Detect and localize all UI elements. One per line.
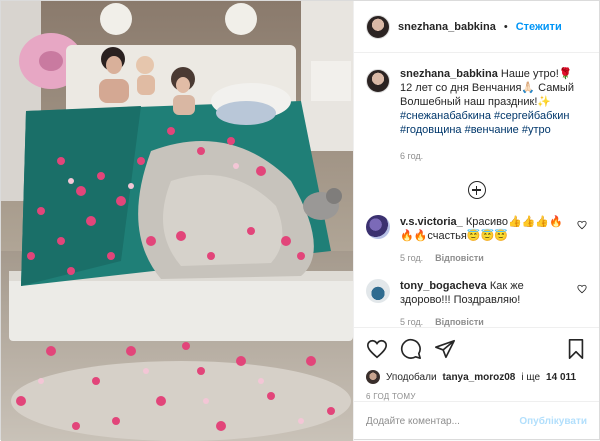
follow-button[interactable]: Стежити (516, 21, 562, 33)
likes-prefix: Уподобали (386, 371, 437, 383)
comment-item: tony_bogacheva Как же здорово!!! Поздрав… (366, 279, 587, 327)
comment-username[interactable]: v.s.victoria_ (400, 216, 463, 228)
comment-item: v.s.victoria_ Красиво👍👍👍🔥🔥🔥счастья😇😇😇 5 … (366, 215, 587, 265)
publish-button[interactable]: Опублікувати (519, 416, 587, 427)
comment-meta: 5 год. Відповісти (400, 251, 570, 265)
load-more-icon[interactable] (467, 181, 486, 199)
comment-bubble-icon[interactable] (400, 338, 422, 360)
comment-avatar[interactable] (366, 279, 390, 303)
reply-button[interactable]: Відповісти (435, 315, 484, 327)
comment-time[interactable]: 5 год. (400, 315, 423, 327)
comments-area: snezhana_babkina Наше утро!🌹 12 лет со д… (354, 53, 599, 327)
header-separator: • (503, 20, 508, 33)
post-header: snezhana_babkina • Стежити (354, 1, 599, 53)
likes-count[interactable]: 14 011 (546, 372, 576, 383)
instagram-post: snezhana_babkina • Стежити snezhana_babk… (0, 0, 600, 441)
add-comment-bar: Опублікувати (354, 401, 599, 441)
save-bookmark-icon[interactable] (565, 338, 587, 360)
post-caption: snezhana_babkina Наше утро!🌹 12 лет со д… (366, 67, 587, 163)
caption-body: snezhana_babkina Наше утро!🌹 12 лет со д… (400, 67, 587, 163)
comment-avatar[interactable] (366, 215, 390, 239)
comment-like-heart-icon[interactable] (577, 220, 587, 230)
comment-like-heart-icon[interactable] (577, 284, 587, 294)
likes-middle: і ще (521, 371, 541, 383)
comment-meta: 5 год. Відповісти (400, 315, 570, 327)
caption-avatar[interactable] (366, 69, 390, 93)
caption-username[interactable]: snezhana_babkina (400, 68, 498, 80)
comment-body: v.s.victoria_ Красиво👍👍👍🔥🔥🔥счастья😇😇😇 5 … (400, 215, 570, 265)
likes-summary: Уподобали tanya_moroz08 і ще 14 011 (366, 370, 587, 384)
author-username[interactable]: snezhana_babkina (398, 21, 496, 33)
post-actions: Уподобали tanya_moroz08 і ще 14 011 6 го… (354, 327, 599, 401)
like-heart-icon[interactable] (366, 338, 388, 360)
comment-username[interactable]: tony_bogacheva (400, 280, 487, 292)
photo-illustration (1, 1, 353, 441)
caption-time[interactable]: 6 год. (400, 149, 587, 163)
action-icons (366, 336, 587, 362)
caption-hashtags[interactable]: #снежанабабкина #сергейбабкин #годовщина… (400, 109, 587, 137)
liker-avatar[interactable] (366, 370, 380, 384)
post-side-panel: snezhana_babkina • Стежити snezhana_babk… (353, 1, 599, 441)
post-photo[interactable] (1, 1, 353, 441)
reply-button[interactable]: Відповісти (435, 251, 484, 265)
post-date[interactable]: 6 год тому (366, 392, 587, 401)
comment-time[interactable]: 5 год. (400, 251, 423, 265)
liker-username[interactable]: tanya_moroz08 (443, 372, 516, 383)
comment-input[interactable] (366, 416, 520, 427)
comment-body: tony_bogacheva Как же здорово!!! Поздрав… (400, 279, 570, 327)
load-more-comments (366, 181, 587, 199)
share-paper-plane-icon[interactable] (434, 338, 456, 360)
author-avatar[interactable] (366, 14, 390, 39)
